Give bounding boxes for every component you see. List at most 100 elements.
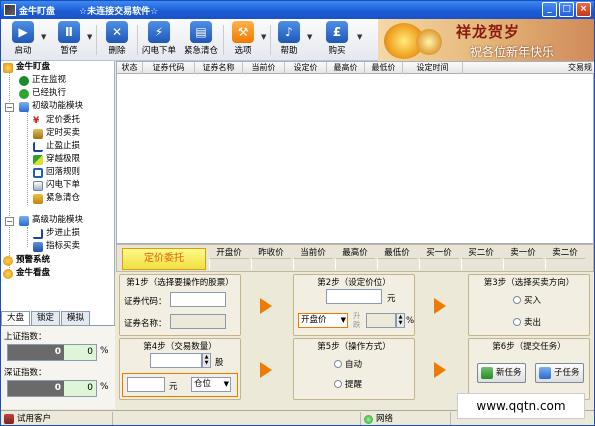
delete-button[interactable]: ✕ 删除 xyxy=(97,21,137,59)
column-header[interactable]: 最高价 xyxy=(327,62,365,74)
tree-item-timed-trade[interactable]: 定时买卖 xyxy=(33,127,80,140)
collapse-icon[interactable]: − xyxy=(5,217,14,226)
quote-value-cell xyxy=(461,258,501,270)
buy-button[interactable]: £ 购买 xyxy=(317,21,357,59)
computer-icon xyxy=(19,215,29,226)
sh-index-label: 上证指数： xyxy=(4,332,47,342)
sub-task-icon xyxy=(539,367,551,379)
options-button[interactable]: ⚒ 选项 xyxy=(223,21,263,59)
app-icon xyxy=(4,4,16,16)
sub-task-label: 子任务 xyxy=(554,368,580,378)
start-dropdown-icon[interactable]: ▼ xyxy=(41,33,46,41)
quote-value-cell xyxy=(545,258,585,270)
amount-input[interactable] xyxy=(127,377,165,392)
tree-item-indicator-trade[interactable]: 指标买卖 xyxy=(33,240,80,253)
quote-value-cell xyxy=(377,258,417,270)
flash-order-button[interactable]: ⚡ 闪电下单 xyxy=(139,21,179,59)
sh-index-change: 0 xyxy=(64,345,96,360)
column-header[interactable]: 设定时间 xyxy=(403,62,463,74)
bull-icon xyxy=(3,268,13,279)
user-status: 试用客户 xyxy=(1,412,113,425)
tab-simulate[interactable]: 模拟 xyxy=(61,311,91,325)
amount-unit: 元 xyxy=(169,382,178,392)
tree-item-advanced-module[interactable]: 高级功能模块 xyxy=(19,214,83,227)
help-button[interactable]: ♪ 帮助 xyxy=(269,21,309,59)
tree-item-label: 初级功能模块 xyxy=(32,101,84,111)
new-task-button[interactable]: 新任务 xyxy=(477,363,526,383)
price-basis-select[interactable]: 开盘价 ▼ xyxy=(298,313,348,328)
tab-lock[interactable]: 锁定 xyxy=(31,311,61,325)
collapse-icon[interactable]: − xyxy=(5,103,14,112)
tree-item-emergency-clear[interactable]: 紧急清仓 xyxy=(33,192,80,205)
tree-item-fixed-price[interactable]: ¥ 定价委托 xyxy=(33,114,80,127)
pause-button[interactable]: Ⅱ 暂停 xyxy=(49,21,89,59)
emergency-clear-button[interactable]: ▤ 紧急清仓 xyxy=(181,21,221,59)
stock-name-label: 证券名称： xyxy=(124,319,167,329)
network-status-label: 网络 xyxy=(376,413,394,424)
step4-title: 第4步（交易数量） xyxy=(143,342,217,352)
column-header[interactable]: 当前价 xyxy=(243,62,285,74)
shares-input[interactable] xyxy=(150,353,202,368)
percent-spinner[interactable]: ▲ ▼ xyxy=(396,313,405,328)
help-dropdown-icon[interactable]: ▼ xyxy=(307,33,312,41)
tree-item-label: 回落规则 xyxy=(46,167,81,177)
play-icon: ▶ xyxy=(12,21,34,43)
auto-radio[interactable]: 自动 xyxy=(334,358,362,370)
column-header[interactable]: 设定价 xyxy=(285,62,327,74)
step-panel: 第1步（选择要操作的股票） 证券代码： 证券名称： 第2步（设定价位） 元 开盘… xyxy=(116,272,594,409)
minimize-button[interactable]: _ xyxy=(542,2,557,17)
percent-input[interactable] xyxy=(366,313,396,328)
tree-item-stop-loss[interactable]: 止盈止损 xyxy=(33,140,80,153)
grid-icon xyxy=(33,167,43,178)
column-header[interactable]: 证券代码 xyxy=(143,62,195,74)
sub-task-button[interactable]: 子任务 xyxy=(535,363,584,383)
tree-item-step-stop[interactable]: 步进止损 xyxy=(33,227,80,240)
quote-header: 卖二价 xyxy=(552,248,578,258)
tree-item-label: 定时买卖 xyxy=(46,128,81,138)
maximize-button[interactable]: □ xyxy=(559,2,574,17)
tree-item-executed[interactable]: 已经执行 xyxy=(19,87,66,100)
tree-item-pullback[interactable]: 回落规则 xyxy=(33,166,80,179)
next-arrow-icon xyxy=(434,298,446,314)
tree-root[interactable]: 金牛盯盘 xyxy=(3,61,50,74)
tree-item-label: 指标买卖 xyxy=(46,241,81,251)
position-select-value: 仓位 xyxy=(194,379,212,389)
quote-value-cell xyxy=(293,258,333,270)
column-header[interactable]: 最低价 xyxy=(365,62,403,74)
buy-label: 购买 xyxy=(328,46,346,56)
pause-icon: Ⅱ xyxy=(58,21,80,43)
fixed-price-order-button[interactable]: 定价委托 xyxy=(122,248,206,270)
column-header[interactable]: 状态 xyxy=(117,62,143,74)
start-button[interactable]: ▶ 启动 xyxy=(3,21,43,59)
remind-radio[interactable]: 提醒 xyxy=(334,378,362,390)
price-input[interactable] xyxy=(326,289,382,304)
delete-label: 删除 xyxy=(108,46,126,56)
remind-radio-label: 提醒 xyxy=(345,380,363,390)
toolbar-divider xyxy=(137,25,138,55)
task-table[interactable]: 状态 证券代码 证券名称 当前价 设定价 最高价 最低价 设定时间 交易规 xyxy=(116,61,594,244)
tree-item-label: 止盈止损 xyxy=(46,141,81,151)
tree-item-basic-module[interactable]: 初级功能模块 xyxy=(19,100,83,113)
tree-item-flash-order[interactable]: 闪电下单 xyxy=(33,179,80,192)
fall-label[interactable]: 跌 xyxy=(353,319,361,330)
delete-icon: ✕ xyxy=(106,21,128,43)
buy-radio[interactable]: 买入 xyxy=(513,294,541,306)
column-header[interactable]: 证券名称 xyxy=(195,62,243,74)
tree-item-market-watch[interactable]: 金牛看盘 xyxy=(3,267,50,280)
tree-item-cross-limit[interactable]: 穿越极限 xyxy=(33,153,80,166)
close-button[interactable]: × xyxy=(576,2,591,17)
options-dropdown-icon[interactable]: ▼ xyxy=(261,33,266,41)
computer-icon xyxy=(19,101,29,112)
position-select[interactable]: 仓位 ▼ xyxy=(191,377,231,392)
stock-code-input[interactable] xyxy=(170,292,226,307)
tab-market[interactable]: 大盘 xyxy=(1,311,31,325)
function-tree: 金牛盯盘 正在监视 已经执行 − 初级功能模块 ¥ 定价委托 定时买卖 止盈止损 xyxy=(1,61,115,409)
pause-dropdown-icon[interactable]: ▼ xyxy=(87,33,92,41)
tree-item-monitoring[interactable]: 正在监视 xyxy=(19,74,66,87)
shares-spinner[interactable]: ▲ ▼ xyxy=(202,353,211,368)
tree-item-alert-system[interactable]: 预警系统 xyxy=(3,254,50,267)
sell-radio[interactable]: 卖出 xyxy=(513,316,541,328)
buy-dropdown-icon[interactable]: ▼ xyxy=(357,33,362,41)
column-header[interactable]: 交易规 xyxy=(463,62,594,74)
sz-index-change: 0 xyxy=(64,381,96,396)
